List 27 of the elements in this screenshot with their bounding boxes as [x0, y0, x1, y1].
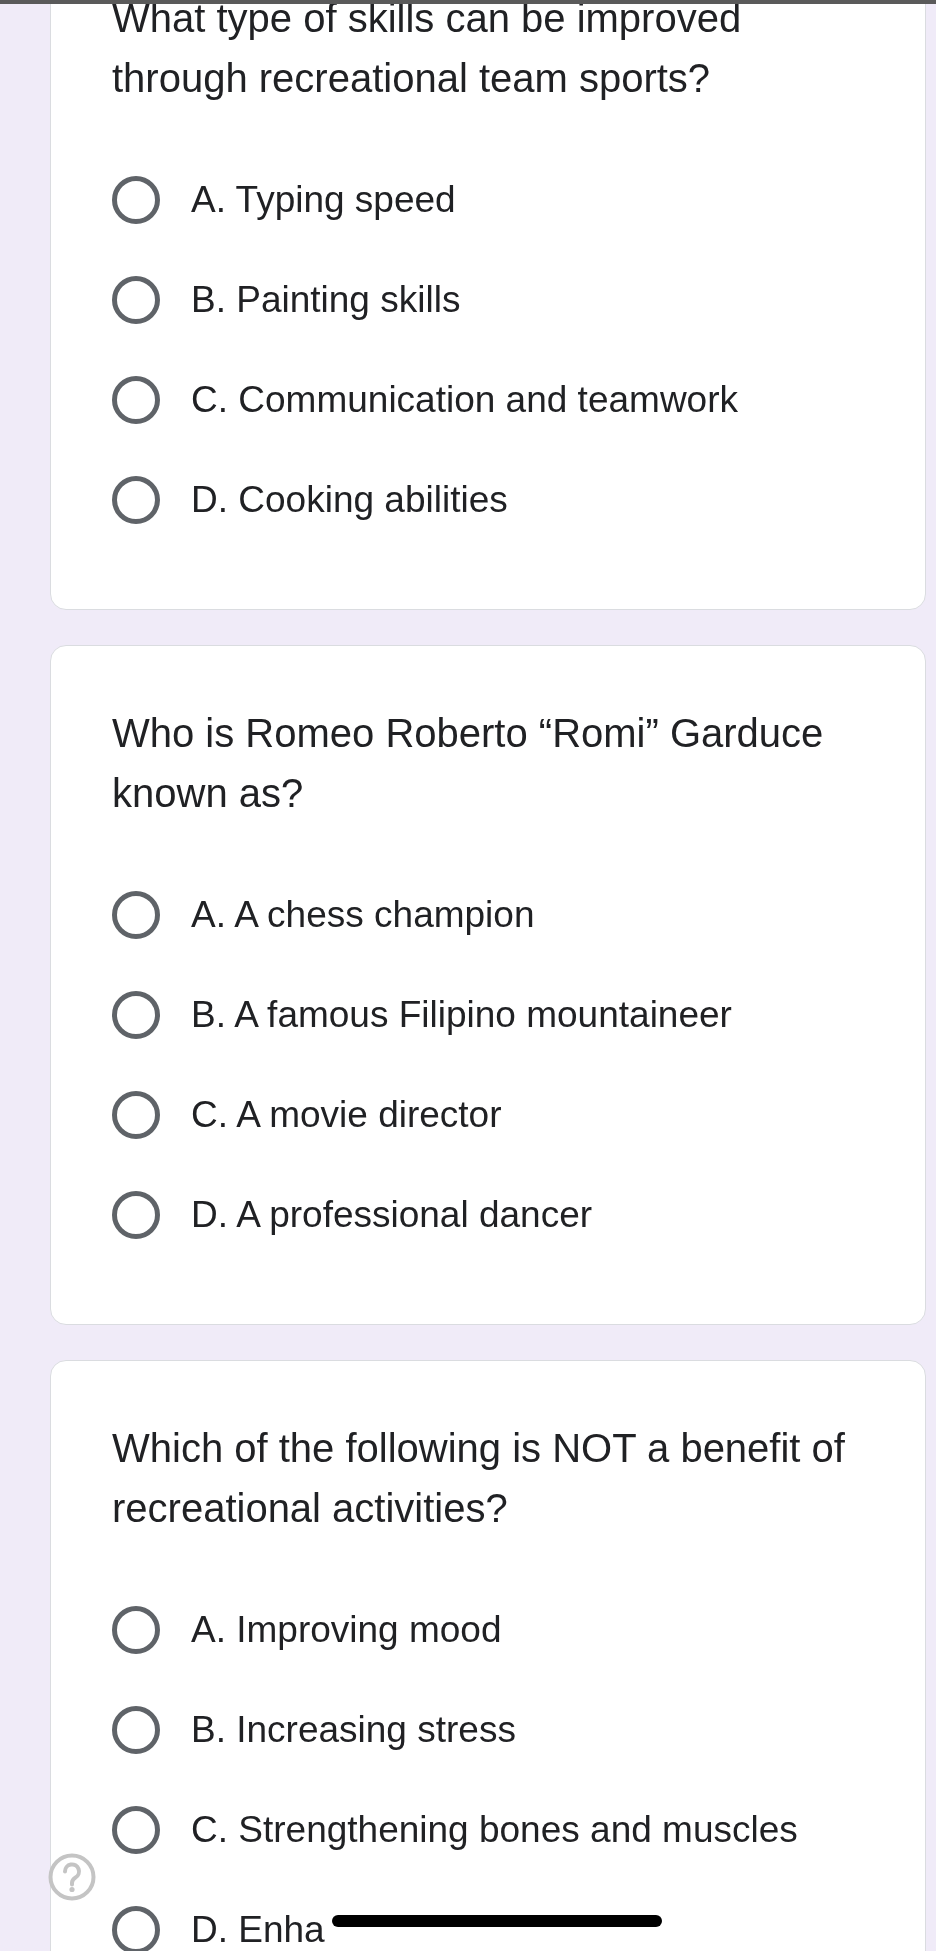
radio-button[interactable]: [112, 376, 160, 424]
question-text: What type of skills can be improved through recreational team sports?: [112, 0, 743, 102]
option-label: A. Typing speed: [191, 179, 456, 221]
radio-button[interactable]: [112, 476, 160, 524]
radio-button[interactable]: [112, 1606, 160, 1654]
option-label: B. A famous Filipino mountaineer: [191, 994, 732, 1036]
option-label: A. A chess champion: [191, 894, 535, 936]
question-text: Which of the following is NOT a benefit of recreational activities?: [112, 1425, 846, 1532]
radio-button[interactable]: [112, 1906, 160, 1951]
option-label: C. Communication and teamwork: [191, 379, 738, 421]
radio-button[interactable]: [112, 176, 160, 224]
question-text: Who is Romeo Roberto “Romi” Garduce known as?: [112, 710, 825, 817]
option-label: D. A professional dancer: [191, 1194, 593, 1236]
option-label: B. Increasing stress: [191, 1709, 516, 1751]
option-label: C. A movie director: [191, 1094, 502, 1136]
radio-button[interactable]: [112, 1191, 160, 1239]
radio-button[interactable]: [112, 1706, 160, 1754]
option-label: D. Enha: [191, 1909, 325, 1951]
option-label: D. Cooking abilities: [191, 479, 508, 521]
option-label: C. Strengthening bones and muscles: [191, 1809, 798, 1851]
option-label: A. Improving mood: [191, 1609, 502, 1651]
radio-button[interactable]: [112, 276, 160, 324]
radio-button[interactable]: [112, 991, 160, 1039]
option-label: B. Painting skills: [191, 279, 461, 321]
radio-button[interactable]: [112, 891, 160, 939]
radio-button[interactable]: [112, 1091, 160, 1139]
radio-button[interactable]: [112, 1806, 160, 1854]
